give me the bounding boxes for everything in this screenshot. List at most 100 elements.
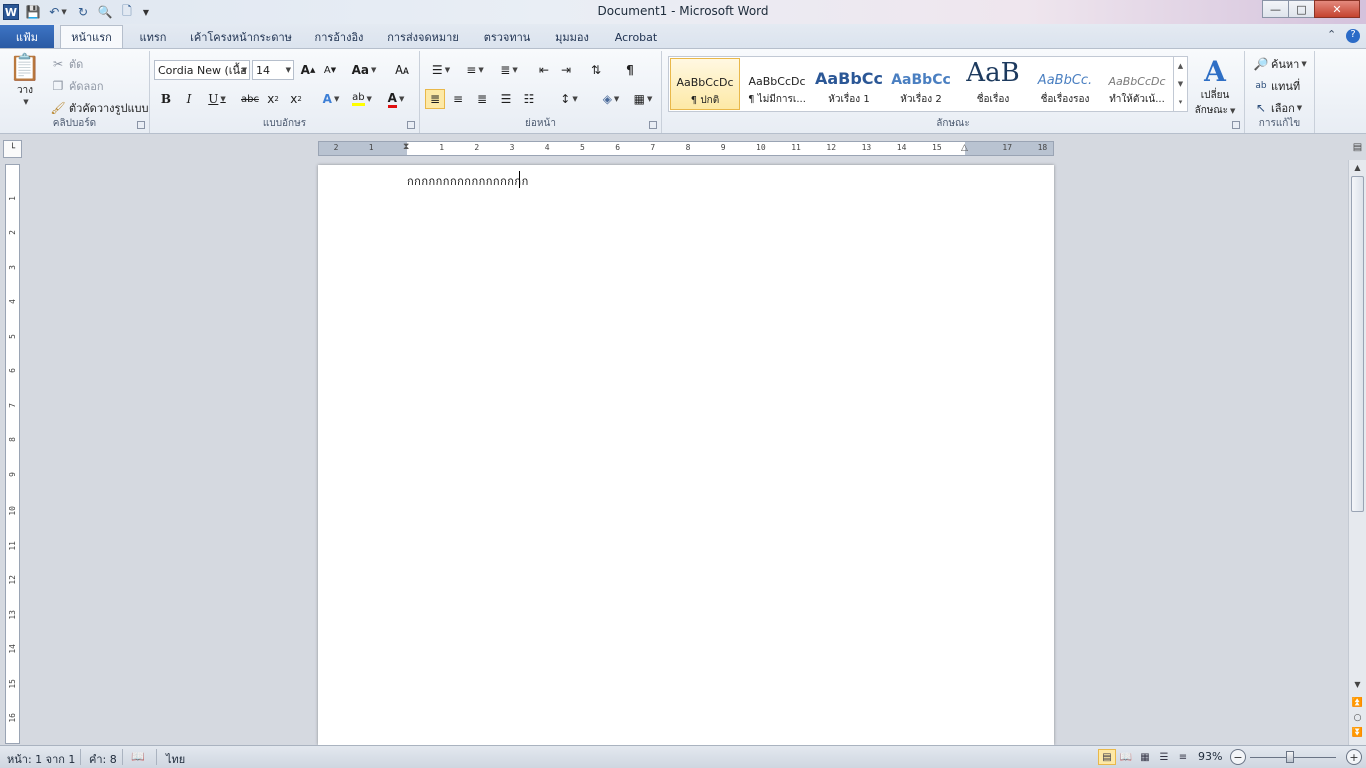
draft-view-icon[interactable]: ≡ bbox=[1174, 749, 1192, 765]
print-layout-view-icon[interactable]: ▤ bbox=[1098, 749, 1116, 765]
borders-button[interactable]: ▦ ▼ bbox=[628, 89, 658, 109]
strikethrough-button[interactable]: abc bbox=[238, 89, 262, 109]
close-button[interactable]: ✕ bbox=[1314, 0, 1360, 18]
tab-mailings[interactable]: การส่งจดหมาย bbox=[382, 26, 464, 48]
font-color-button[interactable]: A ▼ bbox=[381, 89, 411, 109]
clear-formatting-icon[interactable]: 🗛 bbox=[392, 60, 412, 80]
clipboard-launcher-icon[interactable] bbox=[137, 121, 145, 129]
tab-home[interactable]: หน้าแรก bbox=[60, 25, 123, 48]
view-ruler-icon[interactable]: ▤ bbox=[1349, 142, 1366, 153]
style-heading-2[interactable]: AaBbCc หัวเรื่อง 2 bbox=[886, 58, 956, 110]
scrollbar-thumb[interactable] bbox=[1351, 176, 1364, 512]
ruler-tick-label: 16 bbox=[8, 713, 17, 723]
paragraph-label: ย่อหน้า bbox=[525, 118, 556, 129]
minimize-ribbon-icon[interactable]: ⌃ bbox=[1327, 28, 1336, 41]
tab-references[interactable]: การอ้างอิง bbox=[308, 26, 370, 48]
format-painter-button[interactable]: 🖌 ตัวคัดวางรูปแบบ bbox=[50, 99, 148, 117]
zoom-out-icon[interactable]: − bbox=[1230, 749, 1246, 765]
font-launcher-icon[interactable] bbox=[407, 121, 415, 129]
scroll-up-arrow-icon[interactable]: ▲ bbox=[1349, 163, 1366, 172]
subscript-button[interactable]: x2 bbox=[263, 89, 283, 109]
page-count-status[interactable]: หน้า: 1 จาก 1 bbox=[7, 750, 75, 768]
outline-view-icon[interactable]: ☰ bbox=[1155, 749, 1173, 765]
font-size-combo[interactable]: 14 ▼ bbox=[252, 60, 294, 80]
sort-button[interactable]: ⇅ bbox=[586, 60, 606, 80]
next-page-icon[interactable]: ⏬ bbox=[1349, 728, 1366, 738]
tab-acrobat[interactable]: Acrobat bbox=[608, 26, 664, 48]
styles-launcher-icon[interactable] bbox=[1232, 121, 1240, 129]
align-right-button[interactable]: ≣ bbox=[472, 89, 492, 109]
zoom-in-icon[interactable]: + bbox=[1346, 749, 1362, 765]
change-case-button[interactable]: Aa ▼ bbox=[350, 60, 378, 80]
tab-view[interactable]: มุมมอง bbox=[548, 26, 596, 48]
bold-button[interactable]: B bbox=[156, 89, 176, 109]
web-layout-icon[interactable]: ▦ bbox=[1136, 749, 1154, 765]
tab-insert[interactable]: แทรก bbox=[131, 26, 175, 48]
superscript-button[interactable]: x2 bbox=[286, 89, 306, 109]
maximize-button[interactable]: □ bbox=[1288, 0, 1314, 18]
horizontal-ruler[interactable]: 2 1 1 2 3 4 5 6 7 8 9 10 11 12 13 14 15 17 18 ⧗ △ bbox=[318, 141, 1054, 156]
cut-button[interactable]: ✂ ตัด bbox=[50, 55, 83, 73]
shrink-font-button[interactable]: A ▼ bbox=[320, 60, 340, 80]
language-status[interactable]: ไทย bbox=[166, 750, 185, 768]
style-subtle-emphasis[interactable]: AaBbCcDc ทำให้ตัวเน้... bbox=[1102, 58, 1172, 110]
multilevel-list-button[interactable]: ≣ ▼ bbox=[494, 60, 524, 80]
scroll-up-icon[interactable]: ▲ bbox=[1178, 62, 1183, 70]
style-subtitle[interactable]: AaBbCc. ชื่อเรื่องรอง bbox=[1030, 58, 1100, 110]
paste-button[interactable]: 📋 วาง ▼ bbox=[8, 53, 42, 115]
full-screen-reading-icon[interactable]: 📖 bbox=[1117, 749, 1135, 765]
justify-button[interactable]: ☰ bbox=[496, 89, 516, 109]
bullets-button[interactable]: ☰ ▼ bbox=[426, 60, 456, 80]
numbering-button[interactable]: ≡ ▼ bbox=[460, 60, 490, 80]
tab-page-layout[interactable]: เค้าโครงหน้ากระดาษ bbox=[186, 26, 296, 48]
replace-button[interactable]: ab แทนที่ bbox=[1253, 77, 1300, 95]
italic-button[interactable]: I bbox=[179, 89, 199, 109]
proofing-icon[interactable]: 📖 bbox=[131, 750, 145, 763]
style-no-spacing[interactable]: AaBbCcDc ¶ ไม่มีการเ... bbox=[742, 58, 812, 110]
indent-marker-icon[interactable]: ⧗ bbox=[403, 142, 409, 152]
ruler-tick-label: 13 bbox=[8, 609, 17, 620]
style-normal[interactable]: AaBbCcDc ¶ ปกติ bbox=[670, 58, 740, 110]
increase-indent-button[interactable]: ⇥ bbox=[556, 60, 576, 80]
underline-button[interactable]: U ▼ bbox=[202, 89, 232, 109]
style-title[interactable]: AaB ชื่อเรื่อง bbox=[958, 58, 1028, 110]
document-page[interactable]: กกกกกกกกกกกกกกกกก bbox=[318, 165, 1054, 745]
copy-button[interactable]: ❐ คัดลอก bbox=[50, 77, 104, 95]
browse-object-icon[interactable]: ○ bbox=[1349, 713, 1366, 723]
help-icon[interactable]: ? bbox=[1346, 29, 1360, 43]
zoom-level[interactable]: 93% bbox=[1198, 750, 1222, 763]
align-center-button[interactable]: ≡ bbox=[448, 89, 468, 109]
more-styles-icon[interactable]: ▾ bbox=[1179, 98, 1183, 106]
styles-gallery: AaBbCcDc ¶ ปกติ AaBbCcDc ¶ ไม่มีการเ... … bbox=[668, 56, 1188, 112]
align-left-button[interactable]: ≣ bbox=[425, 89, 445, 109]
scroll-down-arrow-icon[interactable]: ▼ bbox=[1349, 680, 1366, 689]
change-styles-button[interactable]: A เปลี่ยน ลักษณะ ▼ bbox=[1190, 55, 1240, 117]
tab-review[interactable]: ตรวจทาน bbox=[476, 26, 538, 48]
vertical-scrollbar[interactable]: ▤ ▲ ▼ ⏫ ○ ⏬ bbox=[1348, 142, 1366, 745]
right-indent-marker-icon[interactable]: △ bbox=[961, 143, 968, 153]
select-button[interactable]: ↖ เลือก ▼ bbox=[1253, 99, 1302, 117]
text-effects-button[interactable]: A ▼ bbox=[318, 89, 344, 109]
shading-button[interactable]: ◈ ▼ bbox=[596, 89, 626, 109]
tab-file[interactable]: แฟ้ม bbox=[0, 25, 54, 48]
scroll-down-icon[interactable]: ▼ bbox=[1178, 80, 1183, 88]
show-marks-button[interactable]: ¶ bbox=[620, 60, 640, 80]
font-name-combo[interactable]: Cordia New (เนื้อ ▼ bbox=[154, 60, 250, 80]
vertical-ruler[interactable]: 1 2 3 4 5 6 7 8 9 10 11 12 13 14 15 16 bbox=[5, 164, 20, 744]
highlight-color-button[interactable]: ab ▼ bbox=[347, 89, 377, 109]
grow-font-button[interactable]: A ▲ bbox=[298, 60, 318, 80]
zoom-slider-thumb[interactable] bbox=[1285, 751, 1294, 763]
find-button[interactable]: 🔎 ค้นหา ▼ bbox=[1253, 55, 1307, 73]
ruler-tick-label: 4 bbox=[8, 299, 17, 304]
paste-icon: 📋 bbox=[8, 53, 42, 83]
paragraph-launcher-icon[interactable] bbox=[649, 121, 657, 129]
distributed-button[interactable]: ☷ bbox=[519, 89, 539, 109]
document-body-text[interactable]: กกกกกกกกกกกกกกกกก bbox=[407, 172, 529, 190]
previous-page-icon[interactable]: ⏫ bbox=[1349, 698, 1366, 708]
tab-selector-button[interactable]: └ bbox=[3, 140, 22, 158]
word-count-status[interactable]: คำ: 8 bbox=[89, 750, 117, 768]
style-heading-1[interactable]: AaBbCc หัวเรื่อง 1 bbox=[814, 58, 884, 110]
line-spacing-button[interactable]: ↕ ▼ bbox=[554, 89, 584, 109]
minimize-button[interactable]: — bbox=[1262, 0, 1288, 18]
decrease-indent-button[interactable]: ⇤ bbox=[534, 60, 554, 80]
